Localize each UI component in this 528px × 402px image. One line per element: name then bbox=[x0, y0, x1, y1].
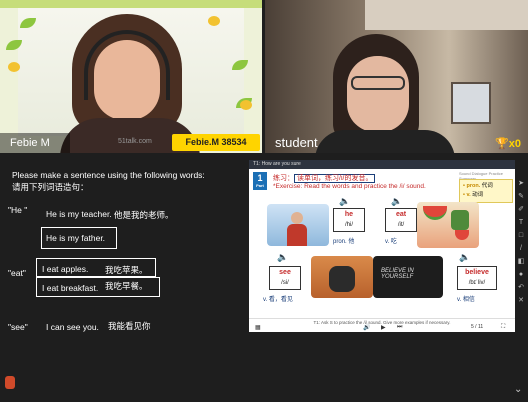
translation-3: 我吃苹果。 bbox=[105, 265, 148, 275]
word-meaning: v. 相信 bbox=[457, 297, 475, 303]
shape-icon[interactable]: □ bbox=[517, 232, 525, 240]
speaker-icon[interactable]: 🔈 bbox=[391, 196, 402, 207]
bird-decoration bbox=[240, 100, 252, 110]
eraser-icon[interactable]: ◧ bbox=[517, 258, 525, 266]
exercise-instruction: *Exercise: Read the words and practice t… bbox=[273, 183, 426, 190]
girl-eating-watermelon-picture bbox=[417, 202, 479, 248]
pos-value: 动词 bbox=[472, 192, 484, 198]
word-text: he bbox=[344, 211, 354, 218]
line-icon[interactable]: / bbox=[517, 245, 525, 253]
slide-controls: ▦ 🔊 ▶ ⏭ 5 / 11 ⛶ bbox=[249, 324, 515, 332]
phonetic-text: /bɪˈliv/ bbox=[468, 280, 486, 286]
lesson-slide[interactable]: T1: How are you sure 1 Part 练习： 读单词，练习/i/的… bbox=[249, 160, 515, 332]
speaker-icon[interactable]: 🔈 bbox=[339, 196, 350, 207]
part-badge: 1 Part bbox=[253, 172, 267, 190]
speaker-icon[interactable]: 🔈 bbox=[459, 252, 470, 263]
play-icon[interactable]: ▶ bbox=[381, 324, 386, 331]
student-video-tile: student 🏆x0 bbox=[265, 0, 528, 153]
word-meaning: v. 吃 bbox=[385, 239, 397, 245]
volume-icon[interactable]: 🔊 bbox=[363, 324, 370, 331]
color-icon[interactable]: ● bbox=[517, 271, 525, 279]
bird-decoration bbox=[208, 16, 220, 26]
slide-header: T1: How are you sure bbox=[249, 160, 515, 169]
believe-in-yourself-picture: BELIEVE IN YOURSELF bbox=[373, 256, 443, 298]
speaker-icon[interactable]: 🔈 bbox=[277, 252, 288, 263]
trophy-icon: 🏆 bbox=[495, 138, 509, 150]
phonetic-text: /si/ bbox=[281, 280, 289, 286]
grid-icon[interactable]: ▦ bbox=[255, 324, 261, 331]
text-icon[interactable]: T bbox=[517, 219, 525, 227]
practice-title-boxed: 读单词，练习/i/的发音。 bbox=[294, 174, 376, 183]
keyword-eat: "eat" bbox=[8, 268, 26, 278]
room-window bbox=[451, 82, 491, 124]
word-meaning: v. 看，看见 bbox=[263, 297, 293, 303]
next-icon[interactable]: ⏭ bbox=[397, 324, 402, 331]
drawing-toolbar: ➤ ✎ ✐ T □ / ◧ ● ↶ ✕ bbox=[517, 180, 527, 320]
teacher-video-tile: Febie M 51talk.com Febie.M 38534 bbox=[0, 0, 262, 153]
sentence-2: He is my father. bbox=[46, 233, 106, 243]
word-text: see bbox=[279, 269, 291, 276]
part-of-speech-key: • pron. 代词 • v. 动词 bbox=[459, 179, 513, 203]
sentence-1: He is my teacher. bbox=[46, 209, 112, 219]
sentence-5: I can see you. bbox=[46, 322, 99, 332]
pos-value: 代词 bbox=[481, 183, 493, 189]
translation-5: 我能看见你 bbox=[108, 321, 151, 331]
room-ceiling bbox=[365, 0, 528, 30]
word-text: eat bbox=[395, 211, 407, 218]
leaf-decoration bbox=[232, 60, 248, 70]
sentence-3: I eat apples. bbox=[42, 264, 89, 274]
word-meaning: pron. 他 bbox=[333, 239, 355, 245]
student-glasses bbox=[351, 76, 405, 90]
instruction-cn: 请用下列词语造句： bbox=[12, 182, 89, 192]
bird-decoration bbox=[8, 62, 20, 72]
clear-icon[interactable]: ✕ bbox=[517, 297, 525, 305]
word-card-eat: eat /it/ bbox=[385, 208, 417, 232]
student-name-label: student bbox=[275, 135, 318, 150]
trophy-count: x0 bbox=[508, 138, 521, 150]
practice-title: 练习： 读单词，练习/i/的发音。 bbox=[273, 173, 376, 183]
platform-logo-text: 51talk.com bbox=[118, 138, 152, 145]
believe-picture-text: BELIEVE IN YOURSELF bbox=[381, 268, 414, 280]
binoculars-picture bbox=[311, 256, 373, 298]
raise-hand-icon[interactable] bbox=[5, 376, 15, 389]
undo-icon[interactable]: ↶ bbox=[517, 284, 525, 292]
part-label: Part bbox=[256, 183, 264, 188]
translation-1: 他是我的老师。 bbox=[114, 210, 174, 220]
highlighter-icon[interactable]: ✐ bbox=[517, 206, 525, 214]
phonetic-text: /it/ bbox=[397, 222, 405, 228]
fullscreen-icon[interactable]: ⛶ bbox=[501, 324, 505, 331]
man-picture bbox=[267, 204, 329, 246]
instruction-en: Please make a sentence using the followi… bbox=[12, 170, 205, 180]
practice-title-label: 练习： bbox=[273, 175, 294, 182]
teacher-id-tag: Febie.M 38534 bbox=[172, 134, 260, 151]
translation-4: 我吃早餐。 bbox=[105, 281, 148, 291]
cursor-icon[interactable]: ➤ bbox=[517, 180, 525, 188]
word-card-believe: believe /bɪˈliv/ bbox=[457, 266, 497, 290]
keyword-he: "He " bbox=[8, 205, 28, 215]
word-card-see: see /si/ bbox=[269, 266, 301, 290]
teacher-name-label: Febie M bbox=[0, 133, 70, 153]
student-face bbox=[347, 56, 409, 132]
pos-key: • v. bbox=[463, 192, 471, 198]
word-text: believe bbox=[465, 269, 489, 276]
pos-key: • pron. bbox=[463, 183, 481, 189]
word-card-he: he /hi/ bbox=[333, 208, 365, 232]
phonetic-text: /hi/ bbox=[344, 222, 353, 228]
pen-icon[interactable]: ✎ bbox=[517, 193, 525, 201]
sentence-4: I eat breakfast. bbox=[42, 283, 99, 293]
trophy-counter: 🏆x0 bbox=[495, 137, 521, 150]
decorative-frame bbox=[0, 0, 262, 8]
chevron-down-icon[interactable]: ⌄ bbox=[514, 384, 522, 395]
page-indicator: 5 / 11 bbox=[471, 324, 484, 330]
keyword-see: "see" bbox=[8, 322, 28, 332]
